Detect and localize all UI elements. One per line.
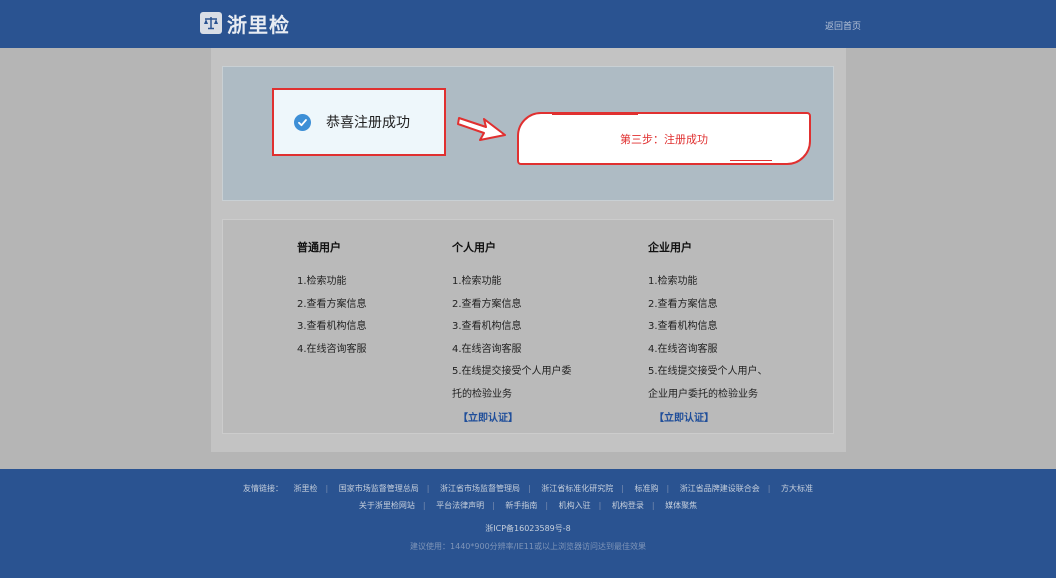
feature-item: 5.在线提交接受个人用户委: [452, 366, 572, 378]
friend-links: 友情链接： 浙里检 | 国家市场监督管理总局 | 浙江省市场监督管理局 | 浙江省标准…: [242, 484, 814, 493]
footer-link[interactable]: 浙江省品牌建设联合会: [680, 484, 760, 493]
column-title: 企业用户: [648, 241, 692, 254]
icp-number: 浙ICP备16023589号-8: [485, 524, 571, 533]
feature-item: 3.查看机构信息: [297, 321, 367, 333]
footer-link[interactable]: 平台法律声明: [436, 501, 484, 510]
personal-verify-link[interactable]: 【立即认证】: [458, 409, 518, 424]
feature-item: 1.检索功能: [297, 276, 347, 287]
feature-item: 3.查看机构信息: [452, 321, 522, 333]
top-header: 浙里检 返回首页: [0, 0, 1056, 48]
step-decoration-line: [552, 114, 638, 115]
success-message: 恭喜注册成功: [326, 115, 410, 131]
browser-hint: 建议使用：1440*900分辨率/IE11或以上浏览器访问达到最佳效果: [410, 542, 646, 551]
feature-item: 2.查看方案信息: [452, 298, 522, 310]
step-label: 第三步：注册成功: [620, 132, 708, 146]
column-ordinary-user: 普通用户 1.检索功能 2.查看方案信息 3.查看机构信息 4.在线咨询客服: [297, 240, 367, 364]
success-message-box: 恭喜注册成功: [272, 88, 446, 156]
footer-link[interactable]: 新手指南: [505, 501, 537, 510]
feature-item: 4.在线咨询客服: [452, 343, 522, 355]
site-logo[interactable]: 浙里检: [200, 10, 290, 37]
feature-item: 4.在线咨询客服: [648, 343, 718, 355]
back-home-link[interactable]: 返回首页: [825, 19, 861, 32]
enterprise-verify-link[interactable]: 【立即认证】: [654, 409, 714, 424]
feature-item: 3.查看机构信息: [648, 321, 718, 333]
footer-link[interactable]: 浙江省市场监督管理局: [440, 484, 520, 493]
logo-text: 浙里检: [227, 12, 290, 37]
arrow-right-icon: [457, 117, 506, 141]
step-indicator: 第三步：注册成功: [517, 112, 811, 165]
feature-item: 5.在线提交接受个人用户、: [648, 366, 768, 378]
column-personal-user: 个人用户 1.检索功能 2.查看方案信息 3.查看机构信息 4.在线咨询客服 5…: [452, 240, 572, 410]
check-circle-icon: [294, 113, 311, 131]
footer-link[interactable]: 浙江省标准化研究院: [541, 484, 613, 493]
feature-item: 2.查看方案信息: [297, 298, 367, 310]
footer-link[interactable]: 机构登录: [612, 501, 644, 510]
scales-icon: [200, 12, 222, 34]
column-title: 个人用户: [452, 241, 496, 254]
footer-link[interactable]: 机构入驻: [559, 501, 591, 510]
feature-item: 托的检验业务: [452, 388, 512, 400]
feature-item: 2.查看方案信息: [648, 298, 718, 310]
footer-link[interactable]: 浙里检: [294, 484, 318, 493]
feature-item: 4.在线咨询客服: [297, 343, 367, 355]
footer-link[interactable]: 媒体聚焦: [665, 501, 697, 510]
feature-item: 1.检索功能: [452, 276, 502, 287]
feature-item: 企业用户委托的检验业务: [648, 388, 758, 400]
friend-links-label: 友情链接：: [242, 484, 283, 493]
footer-link[interactable]: 标准购: [635, 484, 659, 493]
column-title: 普通用户: [297, 241, 341, 254]
footer-link[interactable]: 方大标准: [781, 484, 813, 493]
footer-link[interactable]: 国家市场监督管理总局: [339, 484, 419, 493]
footer-nav: 关于浙里检网站 | 平台法律声明 | 新手指南 | 机构入驻 | 机构登录 | 媒体聚焦: [358, 501, 698, 510]
footer-link[interactable]: 关于浙里检网站: [359, 501, 415, 510]
feature-item: 1.检索功能: [648, 276, 698, 287]
step-decoration-line: [730, 160, 772, 161]
column-enterprise-user: 企业用户 1.检索功能 2.查看方案信息 3.查看机构信息 4.在线咨询客服 5…: [648, 240, 768, 410]
